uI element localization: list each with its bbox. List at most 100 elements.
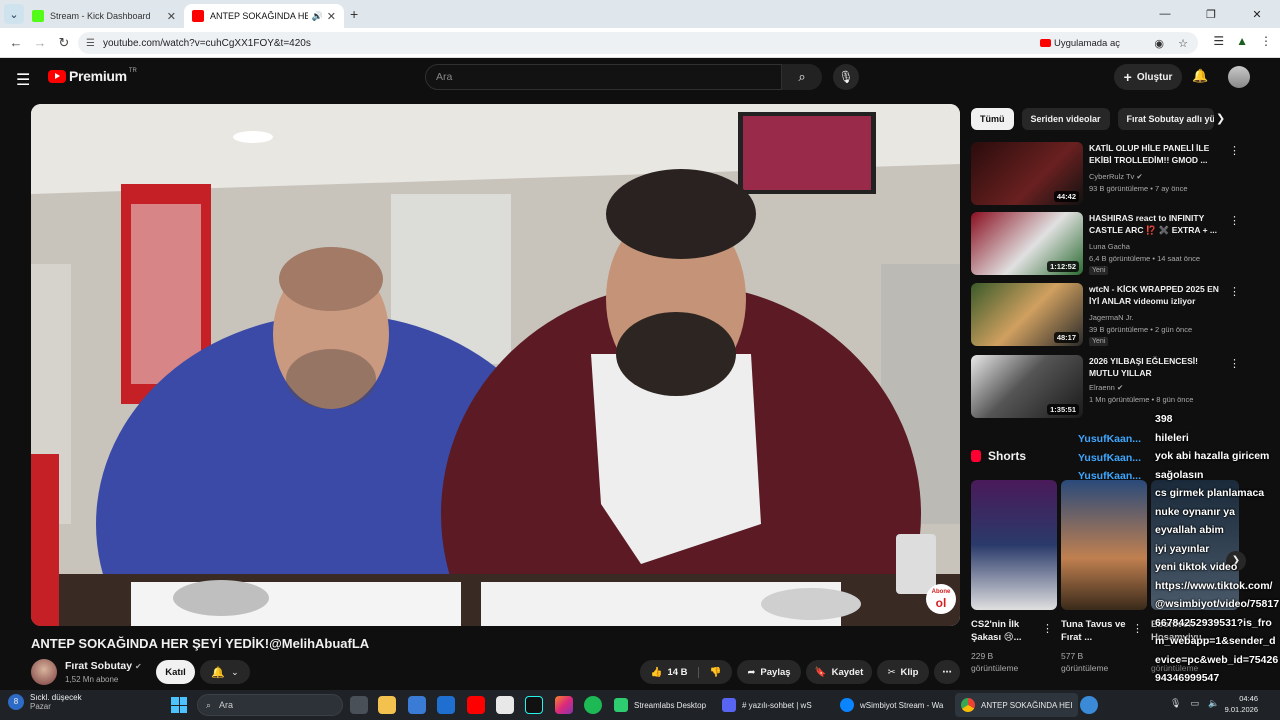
url-bar[interactable]: ☰ youtube.com/watch?v=cuhCgXX1FOY&t=420s… — [78, 32, 1198, 54]
short-title[interactable]: CS2'nin İlk Şakası 😢... — [971, 618, 1037, 644]
share-button[interactable]: ➦ Paylaş — [737, 660, 801, 684]
chat-line: eyvallah abim — [1155, 524, 1224, 536]
back-icon[interactable]: ← — [4, 35, 28, 50]
clock-time: 04:46 — [1239, 694, 1258, 703]
extension-icon[interactable]: ▲ — [1236, 34, 1248, 48]
close-tab-icon[interactable]: ✕ — [167, 10, 176, 23]
reading-list-icon[interactable]: ☰ — [1213, 34, 1224, 48]
channel-name[interactable]: Fırat Sobutay ✔ — [65, 660, 142, 672]
youtube-app-icon — [1039, 39, 1051, 47]
youtube-header: ☰ Premium TR Ara ⌕ 🎙 + Oluştur 🔔 — [0, 58, 1280, 96]
more-actions-button[interactable]: ⋯ — [934, 660, 960, 684]
instagram-icon[interactable] — [555, 696, 573, 714]
video-thumbnail[interactable]: 1:35:51 — [971, 355, 1083, 418]
store-icon[interactable] — [408, 696, 426, 714]
browser-tab-kick[interactable]: Stream - Kick Dashboard ✕ — [24, 4, 184, 28]
video-player[interactable]: Abone ol — [31, 104, 960, 626]
outlook-icon[interactable] — [437, 696, 455, 714]
open-in-app-button[interactable]: Uygulamada aç — [1039, 38, 1120, 49]
more-vert-icon[interactable]: ⋮ — [1132, 622, 1143, 635]
menu-dots-icon[interactable]: ⋮ — [1260, 34, 1272, 48]
forward-icon[interactable]: → — [28, 35, 52, 50]
share-icon: ➦ — [747, 666, 756, 678]
more-vert-icon[interactable]: ⋮ — [1042, 622, 1053, 635]
save-button[interactable]: 🔖 Kaydet — [806, 660, 872, 684]
subscription-bell-button[interactable]: 🔔 ⌄ — [200, 660, 250, 684]
taskbar-app-edge[interactable]: wSimbiyot Stream - Wa — [834, 693, 949, 717]
eye-off-icon[interactable]: ◉ — [1154, 37, 1164, 50]
tray-app-icon[interactable] — [1080, 696, 1098, 714]
hamburger-menu-icon[interactable]: ☰ — [16, 70, 30, 90]
clip-label: Klip — [900, 666, 919, 678]
microphone-icon[interactable]: 🎙 — [833, 64, 859, 90]
short-thumbnail[interactable] — [1061, 480, 1147, 610]
chip-all[interactable]: Tümü — [971, 108, 1014, 130]
browser-tab-youtube[interactable]: ANTEP SOKAĞINDA HER ŞEYİ YEDİK 🔊 ✕ — [184, 4, 344, 28]
notifications-bell-icon[interactable]: 🔔 — [1192, 68, 1208, 84]
rec-title[interactable]: HASHIRAS react to INFINITY CASTLE ARC ⁉️… — [1089, 213, 1219, 236]
youtube-premium-logo[interactable]: Premium TR — [48, 68, 137, 84]
rec-channel[interactable]: Elraenn ✔ — [1089, 383, 1123, 392]
subscribe-overlay-badge[interactable]: Abone ol — [926, 584, 956, 614]
minimize-icon[interactable]: — — [1142, 8, 1188, 20]
volume-icon[interactable]: 🔈 — [1208, 698, 1219, 709]
recommendation-item[interactable]: 44:42 KATİL OLUP HİLE PANELİ İLE EKİBİ T… — [971, 142, 1240, 206]
more-vert-icon[interactable]: ⋮ — [1229, 214, 1240, 227]
weather-widget[interactable]: 8 Sıckl. düşecek Pazar — [8, 693, 82, 711]
chip-channel[interactable]: Fırat Sobutay adlı yük — [1117, 108, 1214, 130]
like-button[interactable]: 👍 14 B — [651, 666, 699, 678]
network-icon[interactable]: ▭ — [1190, 698, 1199, 709]
mic-tray-icon[interactable]: 🎙 — [1170, 698, 1181, 709]
tiktok-icon[interactable] — [525, 696, 543, 714]
edge-icon — [840, 698, 854, 712]
search-icon[interactable]: ⌕ — [782, 64, 822, 90]
taskbar-search-placeholder: Ara — [219, 700, 234, 710]
rec-title[interactable]: KATİL OLUP HİLE PANELİ İLE EKİBİ TROLLED… — [1089, 143, 1219, 166]
new-tab-button[interactable]: + — [350, 6, 358, 22]
rec-channel[interactable]: CyberRulz Tv ✔ — [1089, 172, 1143, 181]
task-view-icon[interactable] — [350, 696, 368, 714]
capcut-icon[interactable] — [496, 696, 514, 714]
recommendation-item[interactable]: 1:12:52 HASHIRAS react to INFINITY CASTL… — [971, 212, 1240, 276]
restore-icon[interactable]: ❐ — [1188, 8, 1234, 21]
short-thumbnail[interactable] — [971, 480, 1057, 610]
close-window-icon[interactable]: ✕ — [1234, 8, 1280, 21]
video-thumbnail[interactable]: 44:42 — [971, 142, 1083, 205]
create-button[interactable]: + Oluştur — [1114, 64, 1182, 90]
bookmark-star-icon[interactable]: ☆ — [1178, 37, 1188, 50]
channel-avatar[interactable] — [31, 659, 57, 685]
taskbar-app-discord[interactable]: # yazılı-sohbet | wS — [716, 693, 818, 717]
taskbar-search-input[interactable]: ⌕ Ara — [197, 694, 343, 716]
speaker-icon[interactable]: 🔊 — [312, 11, 323, 22]
clip-button[interactable]: ✂ Klip — [877, 660, 929, 684]
chevron-right-icon[interactable]: ❯ — [1216, 112, 1225, 125]
windows-start-icon[interactable] — [171, 697, 187, 713]
youtube-taskbar-icon[interactable] — [467, 696, 485, 714]
system-tray-icons[interactable]: 🎙 ▭ 🔈 — [1170, 698, 1219, 709]
video-thumbnail[interactable]: 1:12:52 — [971, 212, 1083, 275]
more-vert-icon[interactable]: ⋮ — [1229, 285, 1240, 298]
dislike-icon[interactable]: 👎 — [704, 667, 722, 678]
site-info-icon[interactable]: ☰ — [86, 38, 95, 49]
taskbar-app-streamlabs[interactable]: Streamlabs Desktop — [608, 693, 712, 717]
recommendation-item[interactable]: 48:17 wtcN - KİCK WRAPPED 2025 EN İYİ AN… — [971, 283, 1240, 347]
reload-icon[interactable]: ↻ — [52, 35, 76, 51]
rec-title[interactable]: wtcN - KİCK WRAPPED 2025 EN İYİ ANLAR vi… — [1089, 284, 1219, 307]
account-avatar[interactable] — [1228, 66, 1250, 88]
taskbar-app-chrome[interactable]: ANTEP SOKAĞINDA HEI — [955, 693, 1079, 717]
spotify-icon[interactable] — [584, 696, 602, 714]
rec-channel[interactable]: Luna Gacha — [1089, 242, 1130, 251]
close-tab-icon[interactable]: ✕ — [327, 10, 336, 23]
search-input[interactable]: Ara — [425, 64, 782, 90]
file-explorer-icon[interactable] — [378, 696, 396, 714]
tab-search-button[interactable]: ⌄ — [4, 4, 24, 24]
more-vert-icon[interactable]: ⋮ — [1229, 144, 1240, 157]
clock[interactable]: 04:46 9.01.2026 — [1225, 693, 1258, 715]
more-vert-icon[interactable]: ⋮ — [1229, 357, 1240, 370]
rec-title[interactable]: 2026 YILBAŞI EĞLENCESİ! MUTLU YILLAR — [1089, 356, 1219, 379]
chip-series[interactable]: Seriden videolar — [1021, 108, 1110, 130]
rec-channel[interactable]: JagermaN Jr. — [1089, 313, 1134, 322]
video-thumbnail[interactable]: 48:17 — [971, 283, 1083, 346]
short-title[interactable]: Tuna Tavus ve Fırat ... — [1061, 618, 1127, 644]
join-button[interactable]: Katıl — [156, 660, 195, 684]
